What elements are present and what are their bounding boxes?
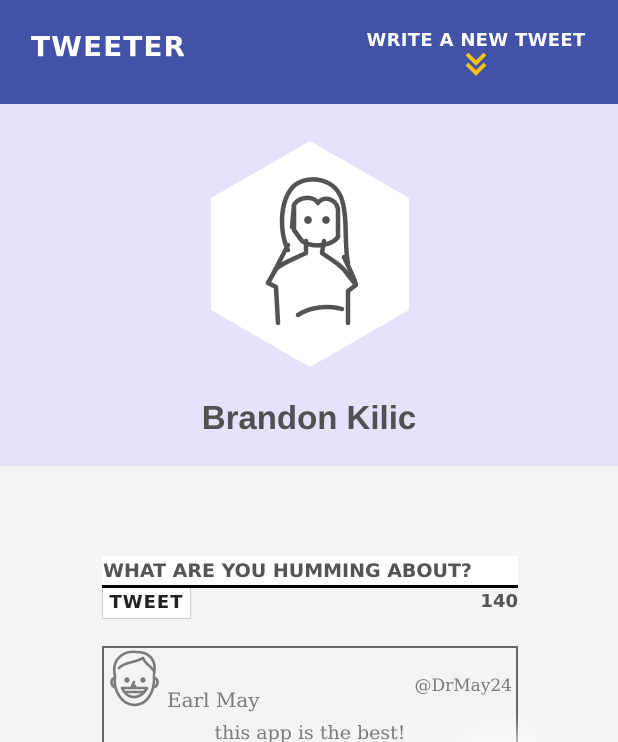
- tweet-input[interactable]: What are you humming about?: [102, 556, 518, 588]
- male-avatar-icon: [110, 650, 159, 707]
- card-corner-shadow: [436, 714, 536, 742]
- tweet-button[interactable]: TWEET: [102, 588, 191, 619]
- female-avatar-icon: [265, 177, 358, 325]
- navbar: TWEETER WRITE A NEW TWEET: [0, 0, 618, 104]
- composer-footer: TWEET 140: [102, 588, 518, 622]
- write-new-tweet-label: WRITE A NEW TWEET: [366, 30, 586, 51]
- profile-name: Brandon Kilic: [201, 399, 417, 436]
- brand-logo[interactable]: TWEETER: [31, 30, 186, 63]
- character-counter: 140: [480, 591, 518, 612]
- tweet-card: Earl May @DrMay24 this app is the best!: [102, 646, 536, 742]
- double-chevron-down-icon: [465, 52, 487, 76]
- tweet-author-name: Earl May: [167, 688, 260, 712]
- tweet-composer: What are you humming about? TWEET 140: [102, 556, 518, 622]
- tweet-author-handle: @DrMay24: [414, 676, 512, 696]
- write-new-tweet-link[interactable]: WRITE A NEW TWEET: [361, 30, 591, 78]
